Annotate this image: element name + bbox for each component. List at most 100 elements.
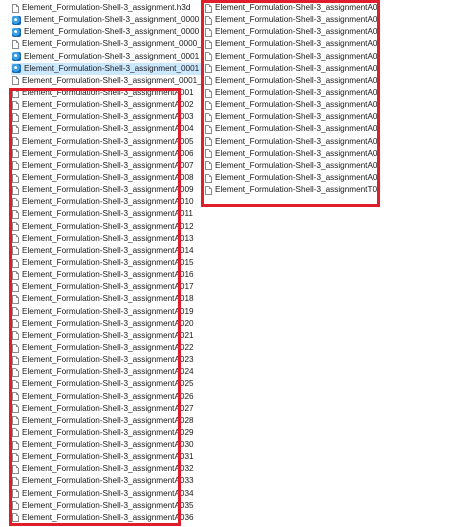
file-name: Element_Formulation-Shell-3_assignment_0…	[24, 51, 200, 61]
app-file-icon	[12, 64, 21, 74]
generic-file-icon	[12, 294, 19, 304]
file-item[interactable]: Element_Formulation-Shell-3_assignment_0…	[11, 14, 201, 26]
file-item[interactable]: Element_Formulation-Shell-3_assignment_0…	[11, 51, 201, 63]
file-item[interactable]: Element_Formulation-Shell-3_assignmentA0…	[11, 233, 201, 245]
file-item[interactable]: Element_Formulation-Shell-3_assignmentA0…	[11, 172, 201, 184]
file-name: Element_Formulation-Shell-3_assignmentA0…	[22, 500, 194, 510]
file-item[interactable]: Element_Formulation-Shell-3_assignmentA0…	[11, 475, 201, 487]
file-item[interactable]: Element_Formulation-Shell-3_assignmentA0…	[11, 184, 201, 196]
file-item[interactable]: Element_Formulation-Shell-3_assignmentA0…	[11, 463, 201, 475]
file-item[interactable]: Element_Formulation-Shell-3_assignmentA0…	[11, 403, 201, 415]
file-name: Element_Formulation-Shell-3_assignmentA0…	[22, 355, 194, 365]
file-item[interactable]: Element_Formulation-Shell-3_assignmentA0…	[11, 281, 201, 293]
file-name: Element_Formulation-Shell-3_assignmentA0…	[22, 379, 194, 389]
generic-file-icon	[12, 258, 19, 268]
file-name: Element_Formulation-Shell-3_assignmentA0…	[22, 136, 194, 146]
file-name: Element_Formulation-Shell-3_assignmentA0…	[215, 112, 379, 122]
file-item[interactable]: Element_Formulation-Shell-3_assignmentA0…	[11, 378, 201, 390]
file-item[interactable]: Element_Formulation-Shell-3_assignment_0…	[11, 26, 201, 38]
generic-file-icon	[12, 124, 19, 134]
file-item[interactable]: Element_Formulation-Shell-3_assignmentA0…	[11, 269, 201, 281]
generic-file-icon	[205, 124, 212, 134]
file-item[interactable]: Element_Formulation-Shell-3_assignmentA0…	[11, 208, 201, 220]
file-item[interactable]: Element_Formulation-Shell-3_assignmentA0…	[11, 257, 201, 269]
file-item[interactable]: Element_Formulation-Shell-3_assignmentA0…	[204, 172, 379, 184]
file-item[interactable]: Element_Formulation-Shell-3_assignmentA0…	[11, 391, 201, 403]
file-item[interactable]: Element_Formulation-Shell-3_assignmentA0…	[11, 342, 201, 354]
file-name: Element_Formulation-Shell-3_assignmentA0…	[22, 294, 194, 304]
generic-file-icon	[12, 452, 19, 462]
generic-file-icon	[12, 234, 19, 244]
file-name: Element_Formulation-Shell-3_assignmentA0…	[22, 172, 194, 182]
file-name: Element_Formulation-Shell-3_assignmentA0…	[22, 233, 194, 243]
file-item[interactable]: Element_Formulation-Shell-3_assignmentA0…	[204, 136, 379, 148]
file-item[interactable]: Element_Formulation-Shell-3_assignmentA0…	[11, 87, 201, 99]
generic-file-icon	[12, 197, 19, 207]
file-item[interactable]: Element_Formulation-Shell-3_assignmentA0…	[204, 123, 379, 135]
file-item[interactable]: Element_Formulation-Shell-3_assignmentA0…	[11, 427, 201, 439]
file-item[interactable]: Element_Formulation-Shell-3_assignmentA0…	[204, 63, 379, 75]
generic-file-icon	[205, 76, 212, 86]
file-item[interactable]: Element_Formulation-Shell-3_assignmentA0…	[11, 512, 201, 524]
file-item[interactable]: Element_Formulation-Shell-3_assignmentA0…	[11, 196, 201, 208]
file-item[interactable]: Element_Formulation-Shell-3_assignmentA0…	[11, 160, 201, 172]
generic-file-icon	[205, 15, 212, 25]
file-item[interactable]: Element_Formulation-Shell-3_assignmentA0…	[11, 318, 201, 330]
file-item[interactable]: Element_Formulation-Shell-3_assignmentA0…	[204, 75, 379, 87]
generic-file-icon	[12, 282, 19, 292]
file-item[interactable]: Element_Formulation-Shell-3_assignmentA0…	[11, 293, 201, 305]
generic-file-icon	[12, 112, 19, 122]
file-name: Element_Formulation-Shell-3_assignmentA0…	[22, 270, 194, 280]
file-name: Element_Formulation-Shell-3_assignment_0…	[22, 39, 201, 49]
file-item[interactable]: Element_Formulation-Shell-3_assignmentT0…	[204, 184, 379, 196]
file-name: Element_Formulation-Shell-3_assignmentA0…	[22, 257, 194, 267]
generic-file-icon	[12, 355, 19, 365]
file-name: Element_Formulation-Shell-3_assignmentA0…	[215, 15, 379, 25]
file-name: Element_Formulation-Shell-3_assignmentA0…	[215, 172, 379, 182]
file-item[interactable]: Element_Formulation-Shell-3_assignmentA0…	[11, 136, 201, 148]
file-item[interactable]: Element_Formulation-Shell-3_assignmentA0…	[11, 488, 201, 500]
file-item[interactable]: Element_Formulation-Shell-3_assignment_0…	[11, 75, 201, 87]
file-item[interactable]: Element_Formulation-Shell-3_assignmentA0…	[11, 354, 201, 366]
file-item[interactable]: Element_Formulation-Shell-3_assignmentA0…	[11, 123, 201, 135]
file-item[interactable]: Element_Formulation-Shell-3_assignmentA0…	[204, 148, 379, 160]
file-name: Element_Formulation-Shell-3_assignmentA0…	[22, 427, 194, 437]
file-item[interactable]: Element_Formulation-Shell-3_assignmentA0…	[204, 51, 379, 63]
file-item[interactable]: Element_Formulation-Shell-3_assignmentA0…	[204, 14, 379, 26]
file-item[interactable]: Element_Formulation-Shell-3_assignmentA0…	[11, 366, 201, 378]
app-file-icon	[12, 15, 21, 25]
file-item[interactable]: Element_Formulation-Shell-3_assignmentA0…	[11, 111, 201, 123]
generic-file-icon	[12, 501, 19, 511]
file-item[interactable]: Element_Formulation-Shell-3_assignmentA0…	[11, 99, 201, 111]
file-name: Element_Formulation-Shell-3_assignmentA0…	[22, 148, 194, 158]
file-item[interactable]: Element_Formulation-Shell-3_assignment_0…	[11, 38, 201, 50]
file-item[interactable]: Element_Formulation-Shell-3_assignmentA0…	[11, 330, 201, 342]
file-item[interactable]: Element_Formulation-Shell-3_assignmentA0…	[204, 2, 379, 14]
file-item[interactable]: Element_Formulation-Shell-3_assignmentA0…	[11, 148, 201, 160]
file-item[interactable]: Element_Formulation-Shell-3_assignmentA0…	[11, 439, 201, 451]
file-name: Element_Formulation-Shell-3_assignment_0…	[24, 63, 200, 73]
file-item[interactable]: Element_Formulation-Shell-3_assignmentA0…	[11, 415, 201, 427]
file-item[interactable]: Element_Formulation-Shell-3_assignmentA0…	[204, 160, 379, 172]
generic-file-icon	[205, 112, 212, 122]
file-item[interactable]: Element_Formulation-Shell-3_assignmentA0…	[11, 451, 201, 463]
generic-file-icon	[12, 3, 19, 13]
file-name: Element_Formulation-Shell-3_assignmentA0…	[215, 100, 379, 110]
file-item[interactable]: Element_Formulation-Shell-3_assignmentA0…	[204, 99, 379, 111]
file-item[interactable]: Element_Formulation-Shell-3_assignment.h…	[11, 2, 201, 14]
file-item[interactable]: Element_Formulation-Shell-3_assignmentA0…	[204, 111, 379, 123]
generic-file-icon	[205, 173, 212, 183]
file-item[interactable]: Element_Formulation-Shell-3_assignmentA0…	[204, 26, 379, 38]
file-item[interactable]: Element_Formulation-Shell-3_assignmentA0…	[11, 306, 201, 318]
file-item[interactable]: Element_Formulation-Shell-3_assignmentA0…	[11, 221, 201, 233]
file-name: Element_Formulation-Shell-3_assignmentA0…	[22, 87, 194, 97]
generic-file-icon	[12, 161, 19, 171]
file-item[interactable]: Element_Formulation-Shell-3_assignmentA0…	[204, 38, 379, 50]
file-item[interactable]: Element_Formulation-Shell-3_assignmentA0…	[11, 500, 201, 512]
file-item[interactable]: Element_Formulation-Shell-3_assignmentA0…	[204, 87, 379, 99]
generic-file-icon	[12, 367, 19, 377]
file-item[interactable]: Element_Formulation-Shell-3_assignmentA0…	[11, 245, 201, 257]
file-item[interactable]: Element_Formulation-Shell-3_assignment_0…	[11, 62, 201, 75]
file-name: Element_Formulation-Shell-3_assignmentA0…	[215, 3, 379, 12]
file-name: Element_Formulation-Shell-3_assignmentA0…	[22, 464, 194, 474]
